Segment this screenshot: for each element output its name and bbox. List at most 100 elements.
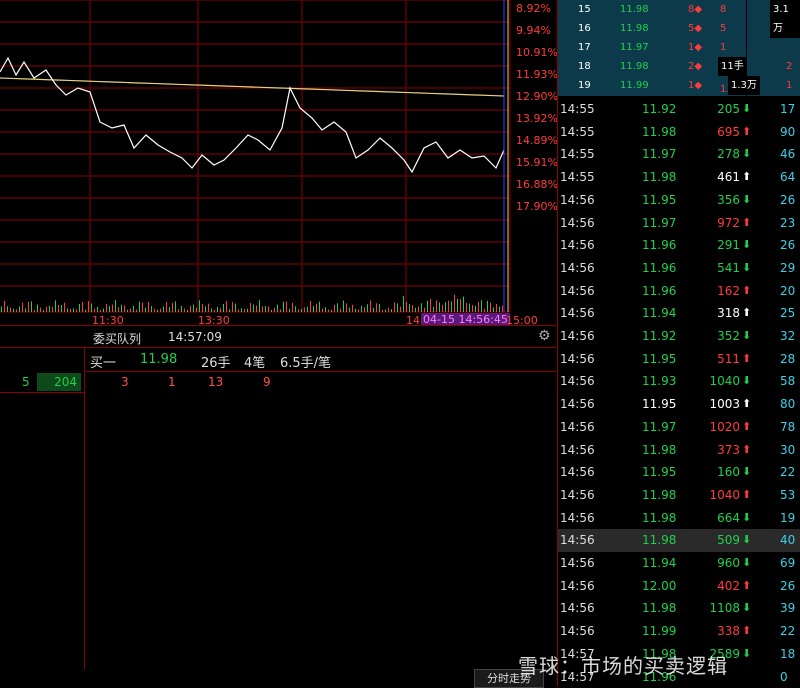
volume-bar — [229, 309, 230, 312]
volume-bar — [283, 302, 284, 312]
volume-bar — [502, 305, 503, 312]
trade-row[interactable]: 14:5511.92205⬇17 — [558, 98, 800, 121]
volume-bar — [208, 304, 209, 312]
volume-bar — [394, 302, 395, 312]
arrow-down-icon: ⬇ — [742, 329, 751, 342]
pct-label: 10.91% — [516, 46, 558, 59]
volume-bar — [100, 310, 101, 312]
buy-one-price: 11.98 — [140, 352, 177, 367]
arrow-up-icon: ⬆ — [742, 443, 751, 456]
volume-bar — [13, 309, 14, 312]
trade-row[interactable]: 14:5611.95511⬆28 — [558, 348, 800, 371]
volume-bar — [34, 310, 35, 312]
trade-row[interactable]: 14:5511.98461⬆64 — [558, 166, 800, 189]
trade-row[interactable]: 14:5611.981108⬇39 — [558, 597, 800, 620]
volume-bar — [274, 308, 275, 312]
volume-bar — [187, 310, 188, 312]
volume-bar — [154, 309, 155, 312]
volume-bar — [121, 305, 122, 312]
volume-bar — [313, 306, 314, 312]
trade-row[interactable]: 14:5611.96162⬆20 — [558, 280, 800, 303]
volume-bar — [463, 297, 464, 312]
trade-row[interactable]: 14:5611.94318⬆25 — [558, 302, 800, 325]
volume-bar — [19, 307, 20, 312]
volume-bar — [370, 300, 371, 312]
volume-bar — [250, 303, 251, 312]
queue-order: 1 — [168, 375, 176, 389]
volume-bar — [40, 308, 41, 312]
trade-row[interactable]: 14:5611.98664⬇19 — [558, 507, 800, 530]
volume-bar — [232, 302, 233, 312]
volume-bar — [163, 306, 164, 312]
volume-bar — [316, 304, 317, 312]
volume-bar — [334, 305, 335, 312]
volume-bar — [343, 301, 344, 312]
volume-bar — [1, 306, 2, 312]
volume-bar — [256, 305, 257, 312]
volume-bar — [118, 307, 119, 312]
volume-bar — [322, 308, 323, 312]
trade-row[interactable]: 14:5611.981040⬆53 — [558, 484, 800, 507]
arrow-up-icon: ⬆ — [742, 284, 751, 297]
trade-row[interactable]: 14:5511.97278⬇46 — [558, 143, 800, 166]
volume-bar — [31, 301, 32, 312]
trade-row[interactable]: 14:5612.00402⬆26 — [558, 575, 800, 598]
volume-bar — [217, 307, 218, 312]
volume-bar — [109, 306, 110, 312]
volume-bar — [181, 306, 182, 312]
trade-row[interactable]: 14:5511.98695⬆90 — [558, 121, 800, 144]
volume-bar — [253, 305, 254, 312]
pct-label: 12.90% — [516, 90, 558, 103]
volume-bar — [337, 303, 338, 312]
trade-row[interactable]: 14:5611.96541⬇29 — [558, 257, 800, 280]
trade-row[interactable]: 14:5611.99338⬆22 — [558, 620, 800, 643]
volume-bar — [262, 306, 263, 312]
trade-row[interactable]: 14:5611.95356⬇26 — [558, 189, 800, 212]
volume-bar — [124, 305, 125, 312]
volume-bar — [67, 308, 68, 312]
arrow-up-icon: ⬆ — [742, 624, 751, 637]
volume-bar — [379, 304, 380, 312]
volume-bar — [136, 310, 137, 312]
volume-bar — [367, 304, 368, 312]
trade-row[interactable]: 14:5611.98373⬆30 — [558, 439, 800, 462]
volume-bar — [445, 302, 446, 312]
pct-label: 15.91% — [516, 156, 558, 169]
arrow-down-icon: ⬇ — [742, 601, 751, 614]
volume-bar — [22, 303, 23, 312]
volume-bar — [64, 303, 65, 312]
volume-bar — [247, 309, 248, 312]
intraday-chart[interactable] — [0, 0, 556, 316]
volume-bar — [304, 307, 305, 312]
trade-row[interactable]: 14:5611.95160⬇22 — [558, 461, 800, 484]
volume-bar — [37, 305, 38, 312]
gear-icon[interactable]: ⚙ — [538, 328, 551, 344]
volume-bar — [397, 303, 398, 312]
volume-bar — [292, 303, 293, 312]
trade-row[interactable]: 14:5611.96291⬇26 — [558, 234, 800, 257]
trade-row[interactable]: 14:5611.98509⬇40 — [558, 529, 800, 552]
volume-bar — [85, 310, 86, 312]
volume-bar — [421, 303, 422, 312]
volume-bar — [364, 307, 365, 312]
trade-row[interactable]: 14:5611.97972⬆23 — [558, 212, 800, 235]
volume-bar — [376, 303, 377, 312]
pct-label: 14.89% — [516, 134, 558, 147]
volume-bar — [259, 300, 260, 312]
queue-title[interactable]: 委买队列 — [93, 330, 141, 347]
trade-row[interactable]: 14:5611.94960⬇69 — [558, 552, 800, 575]
trade-row[interactable]: 14:5611.931040⬇58 — [558, 370, 800, 393]
queue-order: 9 — [263, 375, 271, 389]
volume-bar — [241, 308, 242, 312]
trade-row[interactable]: 14:5611.92352⬇32 — [558, 325, 800, 348]
volume-bar — [427, 301, 428, 312]
pct-label: 11.93% — [516, 68, 558, 81]
volume-bar — [79, 304, 80, 312]
trade-row[interactable]: 14:5611.951003⬆80 — [558, 393, 800, 416]
volume-bar — [82, 302, 83, 312]
volume-bar — [103, 309, 104, 312]
trade-row[interactable]: 14:5611.971020⬆78 — [558, 416, 800, 439]
depth-row: 1611.985◆5 — [558, 19, 800, 38]
volume-bar — [58, 305, 59, 312]
volume-bar — [412, 305, 413, 312]
